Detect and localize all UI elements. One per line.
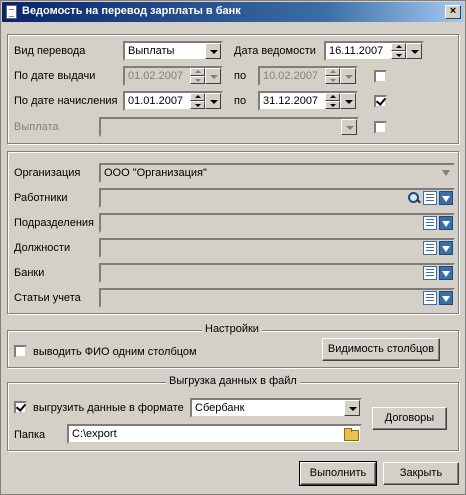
accrual-from-field[interactable]: 01.01.2007 [123,91,223,111]
export-format-value: Сбербанк [195,402,245,414]
organization-field[interactable]: ООО "Организация" [99,163,455,183]
banks-field[interactable] [99,263,455,283]
issue-date-label: По дате выдачи [14,70,96,82]
export-checkbox[interactable] [14,401,27,414]
arrow-down-icon[interactable] [439,216,453,230]
statement-date-value: 16.11.2007 [329,45,384,57]
dropdown-arrow-icon[interactable] [439,166,453,180]
execute-button[interactable]: Выполнить [299,461,377,486]
chevron-down-icon[interactable] [341,119,357,135]
search-icon[interactable] [407,191,421,205]
arrow-down-icon[interactable] [439,291,453,305]
accrual-from-value: 01.01.2007 [128,95,184,107]
accrual-to-label: по [234,95,247,107]
banks-label: Банки [14,267,45,279]
transfer-type-value: Выплаты [128,45,175,57]
document-icon [6,5,17,19]
fio-one-column-label: выводить ФИО одним столбцом [33,346,197,358]
chevron-down-icon[interactable] [205,93,221,109]
date-spinner[interactable] [325,68,340,84]
settings-group: Настройки выводить ФИО одним столбцом Ви… [7,323,459,368]
chevron-down-icon[interactable] [406,43,422,59]
issue-date-checkbox[interactable] [374,70,387,83]
contracts-button[interactable]: Договоры [372,407,447,430]
chevron-down-icon[interactable] [340,93,356,109]
list-icon[interactable] [423,191,437,205]
list-icon[interactable] [423,216,437,230]
payment-checkbox[interactable] [374,121,387,134]
date-spinner[interactable] [190,68,205,84]
date-spinner[interactable] [190,93,205,109]
issue-to-field[interactable]: 10.02.2007 [258,66,358,86]
issue-from-field[interactable]: 01.02.2007 [123,66,223,86]
payment-select[interactable] [99,117,359,137]
issue-to-label: по [234,70,247,82]
statement-date-field[interactable]: 16.11.2007 [324,41,424,61]
folder-icon[interactable] [344,427,359,441]
arrow-down-icon[interactable] [439,191,453,205]
accrual-to-value: 31.12.2007 [263,95,319,107]
employees-label: Работники [14,192,68,204]
chevron-down-icon[interactable] [205,68,221,84]
date-spinner[interactable] [325,93,340,109]
positions-label: Должности [14,242,71,254]
close-dialog-button[interactable]: Закрыть [383,462,459,485]
chevron-down-icon[interactable] [340,68,356,84]
organization-value: ООО "Организация" [104,167,207,179]
columns-visibility-button[interactable]: Видимость столбцов [322,338,440,361]
chevron-down-icon[interactable] [344,400,360,416]
export-format-label: выгрузить данные в формате [33,402,184,414]
accrual-date-label: По дате начисления [14,95,118,107]
issue-to-value: 10.02.2007 [263,70,319,82]
export-title: Выгрузка данных в файл [166,375,300,387]
accounts-label: Статьи учета [14,292,81,304]
window-title: Ведомость на перевод зарплаты в банк [22,5,241,17]
folder-label: Папка [14,429,46,441]
employees-field[interactable] [99,188,455,208]
issue-from-value: 01.02.2007 [128,70,184,82]
arrow-down-icon[interactable] [439,241,453,255]
fio-one-column-checkbox[interactable] [14,345,27,358]
arrow-down-icon[interactable] [439,266,453,280]
folder-field[interactable]: C:\export [67,424,362,444]
date-spinner[interactable] [391,43,406,59]
payment-label: Выплата [14,121,59,133]
close-button[interactable]: × [445,5,461,19]
accrual-date-checkbox[interactable] [374,95,387,108]
accrual-to-field[interactable]: 31.12.2007 [258,91,358,111]
settings-title: Настройки [202,323,262,335]
filters-group: Организация ООО "Организация" Работники … [7,151,459,314]
export-group: Выгрузка данных в файл выгрузить данные … [7,375,459,451]
list-icon[interactable] [423,241,437,255]
transfer-type-select[interactable]: Выплаты [123,41,223,61]
dialog-window: Ведомость на перевод зарплаты в банк × В… [0,0,466,495]
organization-label: Организация [14,167,81,179]
positions-field[interactable] [99,238,455,258]
accounts-field[interactable] [99,288,455,308]
transfer-params-group: Вид перевода Выплаты Дата ведомости 16.1… [7,34,459,144]
transfer-type-label: Вид перевода [14,45,86,57]
export-format-select[interactable]: Сбербанк [190,398,362,418]
title-bar: Ведомость на перевод зарплаты в банк × [2,2,464,22]
chevron-down-icon[interactable] [205,43,221,59]
folder-value: C:\export [72,428,117,440]
departments-field[interactable] [99,213,455,233]
list-icon[interactable] [423,266,437,280]
list-icon[interactable] [423,291,437,305]
departments-label: Подразделения [14,217,94,229]
statement-date-label: Дата ведомости [234,45,316,57]
